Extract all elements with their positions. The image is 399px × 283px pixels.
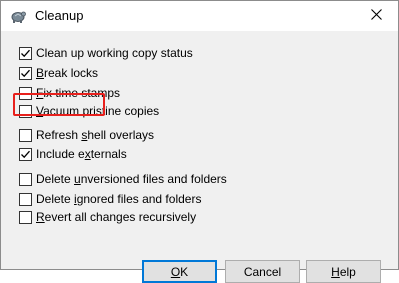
window-title: Cleanup (35, 8, 84, 23)
checkbox-label: Refresh shell overlays (36, 128, 155, 142)
checkbox-box[interactable] (19, 46, 32, 60)
checkmark-icon (21, 49, 30, 57)
cancel-button-label: Cancel (243, 264, 282, 279)
help-button-label: Help (331, 264, 356, 279)
checkbox-revert-all-changes[interactable]: Revert all changes recursively (19, 209, 196, 225)
close-button[interactable] (354, 1, 398, 31)
checkbox-box[interactable] (19, 147, 32, 161)
close-icon (370, 9, 382, 23)
ok-button[interactable]: OK (142, 260, 217, 283)
checkbox-label: Revert all changes recursively (36, 210, 197, 224)
checkbox-label: Include externals (36, 147, 127, 161)
checkbox-box[interactable] (19, 128, 32, 142)
ok-button-label: OK (170, 264, 189, 279)
help-button[interactable]: Help (306, 260, 381, 283)
checkbox-clean-up-working-copy-status[interactable]: Clean up working copy status (19, 45, 193, 61)
dialog-body: Clean up working copy status Break locks F… (1, 31, 398, 283)
checkbox-label: Break locks (36, 66, 99, 80)
checkbox-include-externals[interactable]: Include externals (19, 146, 127, 162)
cancel-button[interactable]: Cancel (225, 260, 300, 283)
checkbox-label: Delete ignored files and folders (36, 192, 202, 206)
checkbox-refresh-shell-overlays[interactable]: Refresh shell overlays (19, 127, 154, 143)
checkbox-delete-ignored[interactable]: Delete ignored files and folders (19, 191, 201, 207)
checkbox-box[interactable] (19, 66, 32, 80)
checkmark-icon (21, 150, 30, 158)
checkbox-box[interactable] (19, 192, 32, 206)
checkbox-label: Clean up working copy status (36, 46, 193, 60)
checkbox-label: Delete unversioned files and folders (36, 172, 227, 186)
checkbox-box[interactable] (19, 210, 32, 224)
checkmark-icon (21, 69, 30, 77)
tortoise-icon (10, 8, 26, 24)
checkbox-box[interactable] (19, 172, 32, 186)
cleanup-dialog: Cleanup Clean up working copy status Brea… (0, 0, 399, 283)
checkbox-delete-unversioned[interactable]: Delete unversioned files and folders (19, 171, 227, 187)
highlight-annotation (13, 93, 105, 116)
checkbox-break-locks[interactable]: Break locks (19, 65, 98, 81)
title-bar: Cleanup (1, 1, 398, 31)
